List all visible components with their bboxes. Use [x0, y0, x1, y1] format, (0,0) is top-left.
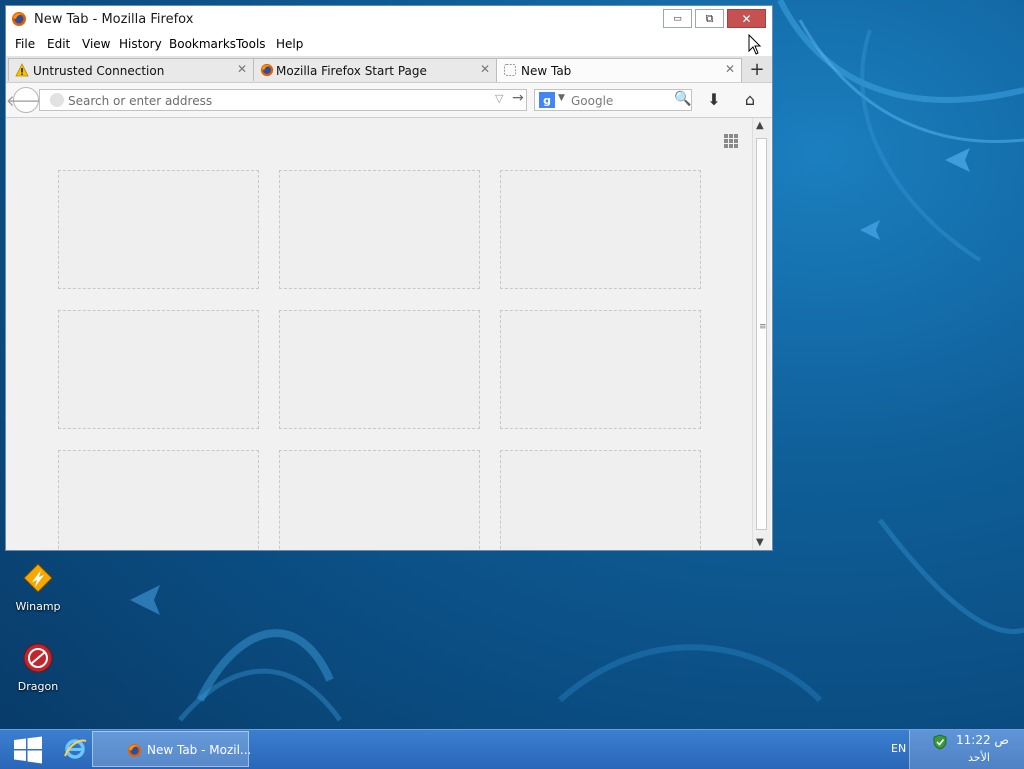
tab-strip: Untrusted Connection ✕ Mozilla Firefox S…: [6, 56, 772, 83]
go-arrow-icon[interactable]: →: [512, 90, 524, 106]
magnifier-icon[interactable]: 🔍: [674, 91, 691, 107]
restore-button[interactable]: ⧉: [695, 9, 724, 28]
blank-page-icon: [504, 64, 516, 76]
firefox-icon: [127, 743, 142, 758]
title-bar[interactable]: New Tab - Mozilla Firefox ▭ ⧉ ✕: [6, 6, 772, 34]
site-tile[interactable]: [279, 170, 480, 289]
home-button[interactable]: ⌂: [740, 90, 760, 110]
firefox-icon: [12, 12, 26, 26]
site-tile[interactable]: [279, 310, 480, 429]
google-icon[interactable]: g: [539, 92, 555, 108]
menu-edit[interactable]: Edit: [47, 37, 70, 51]
site-tile[interactable]: [58, 170, 259, 289]
new-tab-page: [6, 118, 752, 550]
clock-time[interactable]: 11:22 ص: [956, 733, 1009, 747]
tab-firefox-start-page[interactable]: Mozilla Firefox Start Page ✕: [253, 58, 497, 81]
minimize-icon: ▭: [673, 13, 682, 24]
menu-view[interactable]: View: [82, 37, 110, 51]
scroll-up-icon[interactable]: ▲: [756, 120, 764, 131]
desktop-icon-label: Dragon: [17, 680, 59, 693]
tab-label: New Tab: [521, 64, 572, 78]
tab-close-icon[interactable]: ✕: [237, 62, 247, 76]
close-icon: ✕: [741, 11, 752, 26]
menu-bar: File Edit View History Bookmarks Tools H…: [6, 34, 772, 57]
tab-label: Mozilla Firefox Start Page: [276, 64, 427, 78]
windows-start-icon[interactable]: [12, 734, 44, 766]
security-shield-icon[interactable]: [932, 734, 948, 750]
plus-icon: +: [749, 59, 765, 80]
scroll-grip-icon: ≡: [759, 322, 767, 332]
menu-bookmarks[interactable]: Bookmarks: [169, 37, 236, 51]
restore-icon: ⧉: [705, 11, 714, 25]
tab-label: Untrusted Connection: [33, 64, 165, 78]
tab-close-icon[interactable]: ✕: [725, 62, 735, 76]
url-bar[interactable]: ▽ →: [39, 89, 527, 111]
close-button[interactable]: ✕: [727, 9, 766, 28]
mouse-cursor-icon: [748, 34, 762, 55]
vertical-scrollbar[interactable]: ▲ ≡ ▼: [752, 118, 770, 550]
back-button[interactable]: 🡐: [6, 87, 46, 113]
desktop-icon-winamp[interactable]: Winamp: [6, 562, 70, 613]
url-dropdown-icon[interactable]: ▽: [495, 92, 503, 105]
scroll-down-icon[interactable]: ▼: [756, 537, 764, 548]
site-tile[interactable]: [279, 450, 480, 550]
menu-tools[interactable]: Tools: [236, 37, 266, 51]
site-identity-icon: [50, 93, 64, 107]
system-tray: 11:22 ص الأحد: [909, 730, 1024, 769]
navigation-toolbar: 🡐 ▽ → g ▼ 🔍 ⬇ ⌂: [6, 83, 772, 118]
menu-history[interactable]: History: [119, 37, 162, 51]
menu-help[interactable]: Help: [276, 37, 303, 51]
tab-close-icon[interactable]: ✕: [480, 62, 490, 76]
downloads-button[interactable]: ⬇: [704, 90, 724, 110]
taskbar: New Tab - Mozil... EN 11:22 ص الأحد: [0, 729, 1024, 769]
firefox-window: New Tab - Mozilla Firefox ▭ ⧉ ✕ File Edi…: [5, 5, 773, 551]
window-title: New Tab - Mozilla Firefox: [34, 12, 194, 27]
tab-new-tab[interactable]: New Tab ✕: [496, 58, 742, 82]
internet-explorer-icon[interactable]: [62, 736, 88, 762]
site-tile[interactable]: [500, 170, 701, 289]
grid-toggle-icon[interactable]: [724, 134, 738, 148]
site-tile[interactable]: [58, 450, 259, 550]
site-tile[interactable]: [500, 450, 701, 550]
clock-day[interactable]: الأحد: [968, 751, 990, 764]
search-engine-caret-icon[interactable]: ▼: [558, 93, 565, 103]
search-bar[interactable]: g ▼ 🔍: [534, 89, 692, 111]
warning-icon: [15, 63, 29, 77]
new-tab-button[interactable]: +: [744, 58, 770, 81]
taskbar-item-firefox[interactable]: New Tab - Mozil...: [92, 731, 252, 767]
site-tile[interactable]: [500, 310, 701, 429]
url-input[interactable]: [66, 91, 480, 111]
search-input[interactable]: [569, 91, 673, 111]
dragon-icon: [23, 643, 53, 673]
site-tile[interactable]: [58, 310, 259, 429]
firefox-icon: [260, 63, 274, 77]
menu-file[interactable]: File: [15, 37, 35, 51]
home-icon: ⌂: [744, 90, 756, 109]
tab-untrusted-connection[interactable]: Untrusted Connection ✕: [8, 58, 254, 81]
winamp-icon: [23, 563, 53, 593]
minimize-button[interactable]: ▭: [663, 9, 692, 28]
taskbar-item-label: New Tab - Mozil...: [147, 743, 252, 757]
scroll-thumb[interactable]: ≡: [756, 138, 767, 530]
download-arrow-icon: ⬇: [707, 90, 721, 109]
desktop-icon-dragon[interactable]: Dragon: [6, 642, 70, 693]
desktop-icon-label: Winamp: [15, 600, 61, 613]
language-indicator[interactable]: EN: [891, 742, 906, 755]
